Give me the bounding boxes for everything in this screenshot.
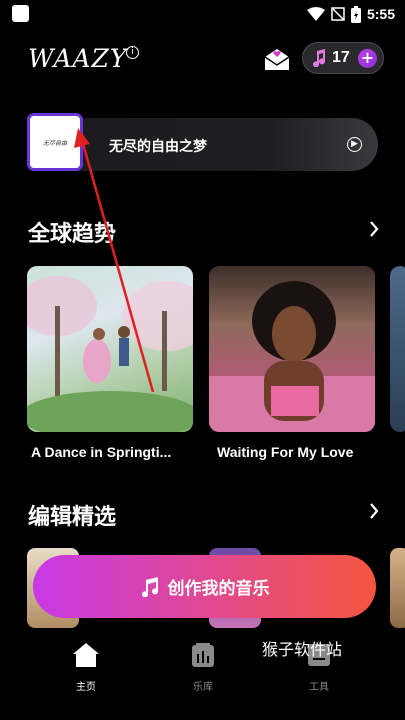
library-icon bbox=[192, 643, 214, 667]
dance-artwork bbox=[27, 276, 193, 432]
nav-label: 工具 bbox=[309, 682, 329, 693]
nav-label: 主页 bbox=[76, 682, 96, 693]
chevron-right-icon[interactable] bbox=[369, 503, 379, 519]
trending-card[interactable] bbox=[27, 266, 193, 432]
notification-icon bbox=[12, 5, 29, 22]
bottom-nav: 主页 乐库 工具 bbox=[0, 630, 405, 720]
card-title: A Dance in Springti... bbox=[31, 444, 172, 460]
battery-icon bbox=[350, 5, 361, 23]
now-playing-title: 无尽的自由之梦 bbox=[109, 139, 207, 155]
picks-title: 编辑精选 bbox=[28, 505, 117, 530]
trending-card-partial[interactable] bbox=[390, 266, 405, 432]
chevron-right-icon[interactable] bbox=[369, 221, 379, 237]
create-music-button[interactable]: 创作我的音乐 bbox=[33, 555, 376, 618]
create-music-label: 创作我的音乐 bbox=[167, 579, 270, 599]
card-title: Waiting For My Love bbox=[217, 444, 354, 460]
trending-card[interactable] bbox=[209, 266, 375, 432]
inbox-icon[interactable] bbox=[264, 47, 290, 71]
nav-home[interactable]: 主页 bbox=[56, 642, 116, 693]
credits-count: 17 bbox=[332, 49, 350, 66]
play-icon[interactable]: ▶ bbox=[347, 137, 362, 152]
clock: 5:55 bbox=[366, 6, 395, 22]
pick-card-partial[interactable] bbox=[390, 548, 405, 628]
woman-artwork bbox=[209, 281, 375, 432]
no-signal-icon bbox=[331, 7, 345, 21]
now-playing-artwork[interactable]: 无尽自由 bbox=[27, 113, 83, 171]
watermark: 猴子软件站 bbox=[262, 640, 343, 659]
nav-library[interactable]: 乐库 bbox=[173, 642, 233, 693]
music-note-icon bbox=[313, 49, 326, 67]
nav-label: 乐库 bbox=[193, 682, 213, 693]
add-credits-button[interactable]: + bbox=[358, 49, 377, 68]
wifi-icon bbox=[306, 7, 325, 21]
info-icon[interactable]: i bbox=[126, 46, 139, 59]
credits-pill[interactable]: 17 + bbox=[302, 42, 384, 74]
status-bar: 5:55 bbox=[0, 0, 405, 28]
status-icons: 5:55 bbox=[306, 4, 395, 24]
app-logo: WAAZY bbox=[28, 44, 128, 73]
trending-title: 全球趋势 bbox=[28, 222, 117, 247]
home-icon bbox=[73, 643, 99, 667]
music-note-icon bbox=[141, 576, 158, 597]
artwork-logo: 无尽自由 bbox=[42, 139, 67, 147]
